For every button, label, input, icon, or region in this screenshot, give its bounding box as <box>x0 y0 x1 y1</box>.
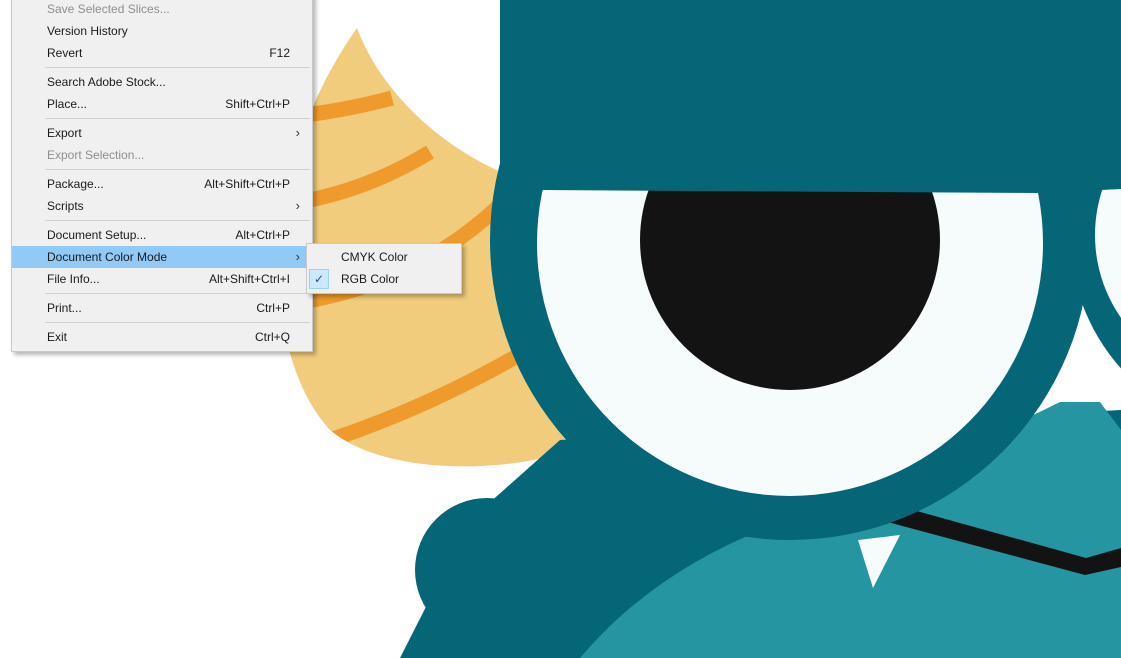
menu-item-place[interactable]: Place... Shift+Ctrl+P <box>12 93 312 115</box>
menu-item-shortcut: Ctrl+Q <box>254 330 290 344</box>
submenu-item-rgb-color[interactable]: ✓ RGB Color <box>307 268 461 290</box>
menu-item-search-adobe-stock[interactable]: Search Adobe Stock... <box>12 71 312 93</box>
submenu-item-cmyk-color[interactable]: CMYK Color <box>307 246 461 268</box>
chevron-right-icon: › <box>295 249 300 264</box>
menu-item-exit[interactable]: Exit Ctrl+Q <box>12 326 312 348</box>
menu-item-shortcut: Shift+Ctrl+P <box>225 97 290 111</box>
menu-item-label: Save Selected Slices... <box>47 2 170 16</box>
menu-item-document-color-mode[interactable]: Document Color Mode › <box>12 246 312 268</box>
menu-item-label: Version History <box>47 24 128 38</box>
menu-item-shortcut: Ctrl+P <box>256 301 290 315</box>
menu-item-export[interactable]: Export › <box>12 122 312 144</box>
menu-item-label: Search Adobe Stock... <box>47 75 166 89</box>
menu-separator <box>45 67 310 68</box>
menu-separator <box>45 322 310 323</box>
menu-item-file-info[interactable]: File Info... Alt+Shift+Ctrl+I <box>12 268 312 290</box>
menu-item-label: CMYK Color <box>341 250 408 264</box>
menu-separator <box>45 118 310 119</box>
chevron-right-icon: › <box>295 125 300 140</box>
menu-item-package[interactable]: Package... Alt+Shift+Ctrl+P <box>12 173 312 195</box>
menu-item-label: Exit <box>47 330 68 344</box>
menu-item-label: RGB Color <box>341 272 400 286</box>
menu-item-label: Place... <box>47 97 88 111</box>
menu-item-shortcut: F12 <box>269 46 290 60</box>
menu-item-shortcut: Alt+Ctrl+P <box>235 228 290 242</box>
chevron-right-icon: › <box>295 198 300 213</box>
menu-item-version-history[interactable]: Version History <box>12 20 312 42</box>
color-mode-submenu: CMYK Color ✓ RGB Color <box>306 243 462 294</box>
menu-item-print[interactable]: Print... Ctrl+P <box>12 297 312 319</box>
menu-item-revert[interactable]: Revert F12 <box>12 42 312 64</box>
menu-item-save-selected-slices: Save Selected Slices... <box>12 0 312 20</box>
file-menu-dropdown: Save Selected Slices... Version History … <box>11 0 313 352</box>
menu-item-label: Document Color Mode <box>47 250 168 264</box>
menu-separator <box>45 169 310 170</box>
menu-item-label: Print... <box>47 301 82 315</box>
menu-item-shortcut: Alt+Shift+Ctrl+P <box>204 177 290 191</box>
menu-item-scripts[interactable]: Scripts › <box>12 195 312 217</box>
menu-item-label: Revert <box>47 46 83 60</box>
menu-item-label: Document Setup... <box>47 228 147 242</box>
menu-item-label: Export Selection... <box>47 148 145 162</box>
menu-item-export-selection: Export Selection... <box>12 144 312 166</box>
menu-separator <box>45 220 310 221</box>
menu-item-document-setup[interactable]: Document Setup... Alt+Ctrl+P <box>12 224 312 246</box>
menu-separator <box>45 293 310 294</box>
menu-item-label: Scripts <box>47 199 84 213</box>
menu-item-label: File Info... <box>47 272 100 286</box>
menu-item-shortcut: Alt+Shift+Ctrl+I <box>208 272 290 286</box>
menu-item-label: Export <box>47 126 82 140</box>
checkmark-icon: ✓ <box>309 269 329 289</box>
menu-item-label: Package... <box>47 177 104 191</box>
